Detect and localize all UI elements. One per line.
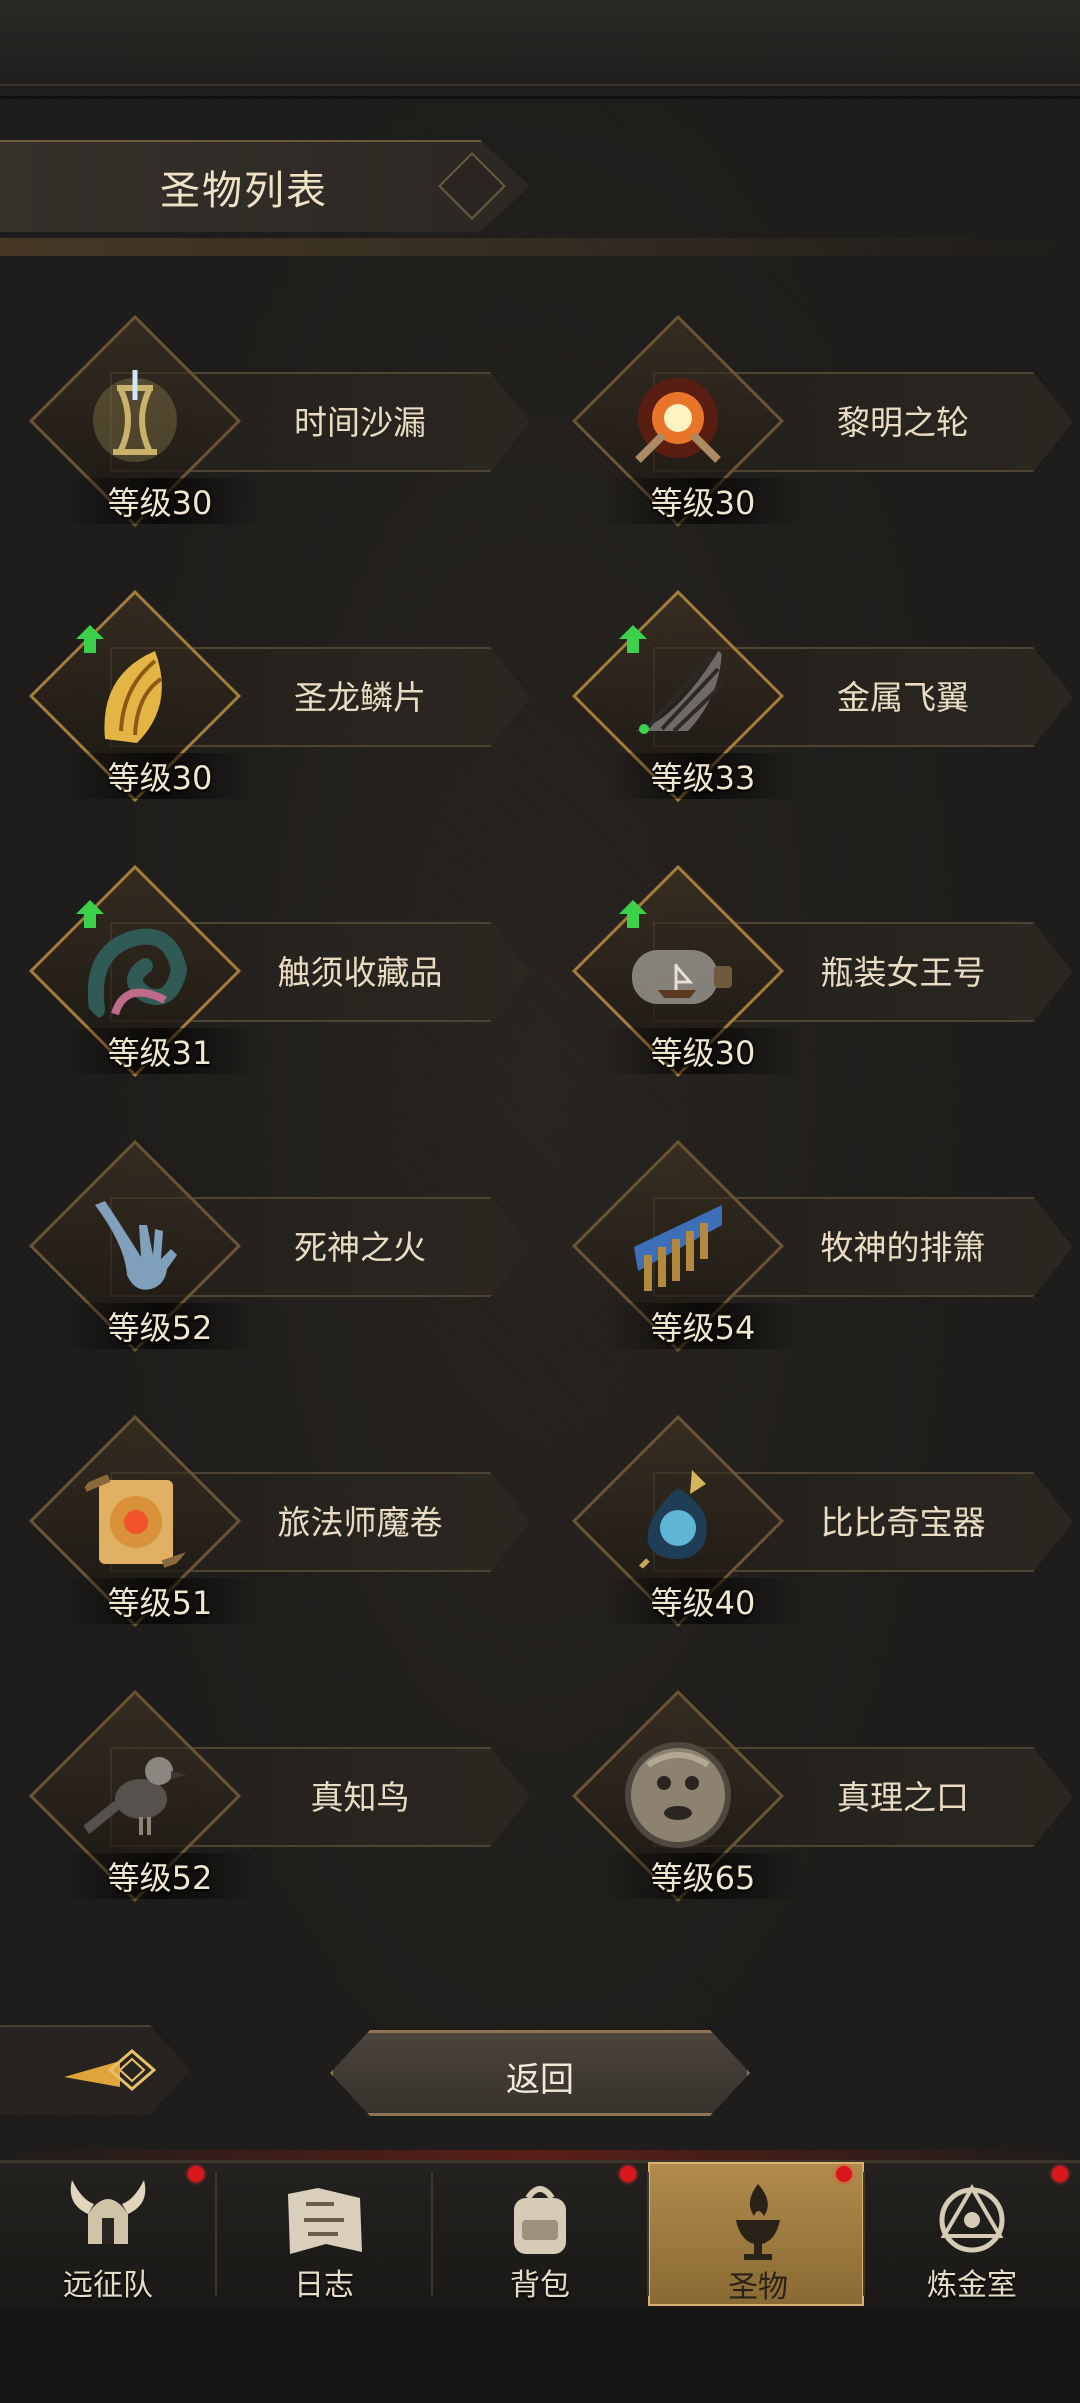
backpack-icon [514,2186,566,2254]
relic-name: 金属飞翼 [837,678,969,717]
magic-scroll-icon [83,1474,189,1568]
ghost-hand-icon [95,1201,177,1290]
notification-badge [836,2166,852,2182]
return-button-label: 返回 [506,2060,574,2100]
relic-card[interactable]: 瓶装女王号 等级30 [563,864,1073,1090]
relic-level: 等级30 [60,753,260,799]
tab-label: 日志 [294,2268,354,2303]
relic-level: 等级52 [60,1303,260,1349]
notification-badge [188,2166,204,2182]
tab-divider [431,2172,433,2296]
crystal-vessel-icon [632,1470,707,1576]
relic-level: 等级65 [603,1853,803,1899]
tab-label: 背包 [510,2268,570,2303]
notification-badge [620,2166,636,2182]
tab-divider [215,2172,217,2296]
relic-name: 时间沙漏 [294,403,426,442]
tab-divider [647,2172,649,2296]
relic-card[interactable]: 旅法师魔卷 等级51 [20,1414,530,1640]
relic-level: 等级33 [603,753,803,799]
relic-card[interactable]: 圣龙鳞片 等级30 [20,589,530,815]
map-scroll-icon [288,2188,362,2254]
relic-level: 等级31 [60,1028,260,1074]
relic-name: 触须收藏品 [277,953,443,992]
upgrade-arrow-icon [619,900,647,928]
relic-card[interactable]: 黎明之轮 等级30 [563,314,1073,540]
tab-horned-helmet[interactable]: 远征队 [0,2162,216,2306]
relic-name: 真知鸟 [310,1778,410,1817]
title-glow [0,238,1080,256]
relic-name: 旅法师魔卷 [277,1503,443,1542]
relic-name: 牧神的排箫 [820,1228,986,1267]
relic-level: 等级40 [603,1578,803,1624]
relic-name: 瓶装女王号 [820,953,986,992]
relic-name: 圣龙鳞片 [294,678,426,717]
mouth-of-truth-icon [625,1742,731,1848]
top-bar [0,0,1080,99]
relic-name: 比比奇宝器 [820,1503,986,1542]
relic-level: 等级30 [60,478,260,524]
hourglass-icon [93,370,177,462]
relic-level: 等级30 [603,1028,803,1074]
upgrade-arrow-icon [76,625,104,653]
notification-badge [1052,2166,1068,2182]
alchemy-icon [939,2184,1005,2253]
tab-alchemy[interactable]: 炼金室 [864,2162,1080,2306]
relic-name: 黎明之轮 [837,403,969,442]
pan-flute-icon [634,1205,722,1291]
bottom-strip [0,2310,1080,2403]
relic-card[interactable]: 比比奇宝器 等级40 [563,1414,1073,1640]
relic-level: 等级54 [603,1303,803,1349]
tab-label: 炼金室 [927,2268,1017,2303]
crow-icon [81,1757,187,1835]
relic-card[interactable]: 金属飞翼 等级33 [563,589,1073,815]
divider [0,2150,1080,2160]
relic-level: 等级51 [60,1578,260,1624]
flame-chalice-icon [736,2184,780,2260]
relic-level: 等级30 [603,478,803,524]
upgrade-arrow-icon [76,900,104,928]
tab-divider [863,2172,865,2296]
relic-card[interactable]: 真知鸟 等级52 [20,1689,530,1915]
page-title: 圣物列表 [160,168,328,214]
tab-label: 远征队 [63,2268,153,2303]
relic-card[interactable]: 牧神的排箫 等级54 [563,1139,1073,1365]
tab-label: 圣物 [728,2270,788,2305]
relic-level: 等级52 [60,1853,260,1899]
arrow-left-icon [64,2049,156,2091]
collapse-button[interactable] [0,2025,190,2115]
relic-card[interactable]: 时间沙漏 等级30 [20,314,530,540]
tab-flame-chalice[interactable]: 圣物 [648,2162,864,2306]
upgrade-arrow-icon [619,625,647,653]
tab-backpack[interactable]: 背包 [432,2162,648,2306]
relic-name: 真理之口 [837,1778,969,1817]
relic-card[interactable]: 死神之火 等级52 [20,1139,530,1365]
dawn-wheel-icon [635,378,721,463]
relic-card[interactable]: 真理之口 等级65 [563,1689,1073,1915]
tab-map-scroll[interactable]: 日志 [216,2162,432,2306]
horned-helmet-icon [70,2180,146,2244]
relic-card[interactable]: 触须收藏品 等级31 [20,864,530,1090]
relic-name: 死神之火 [294,1228,426,1267]
